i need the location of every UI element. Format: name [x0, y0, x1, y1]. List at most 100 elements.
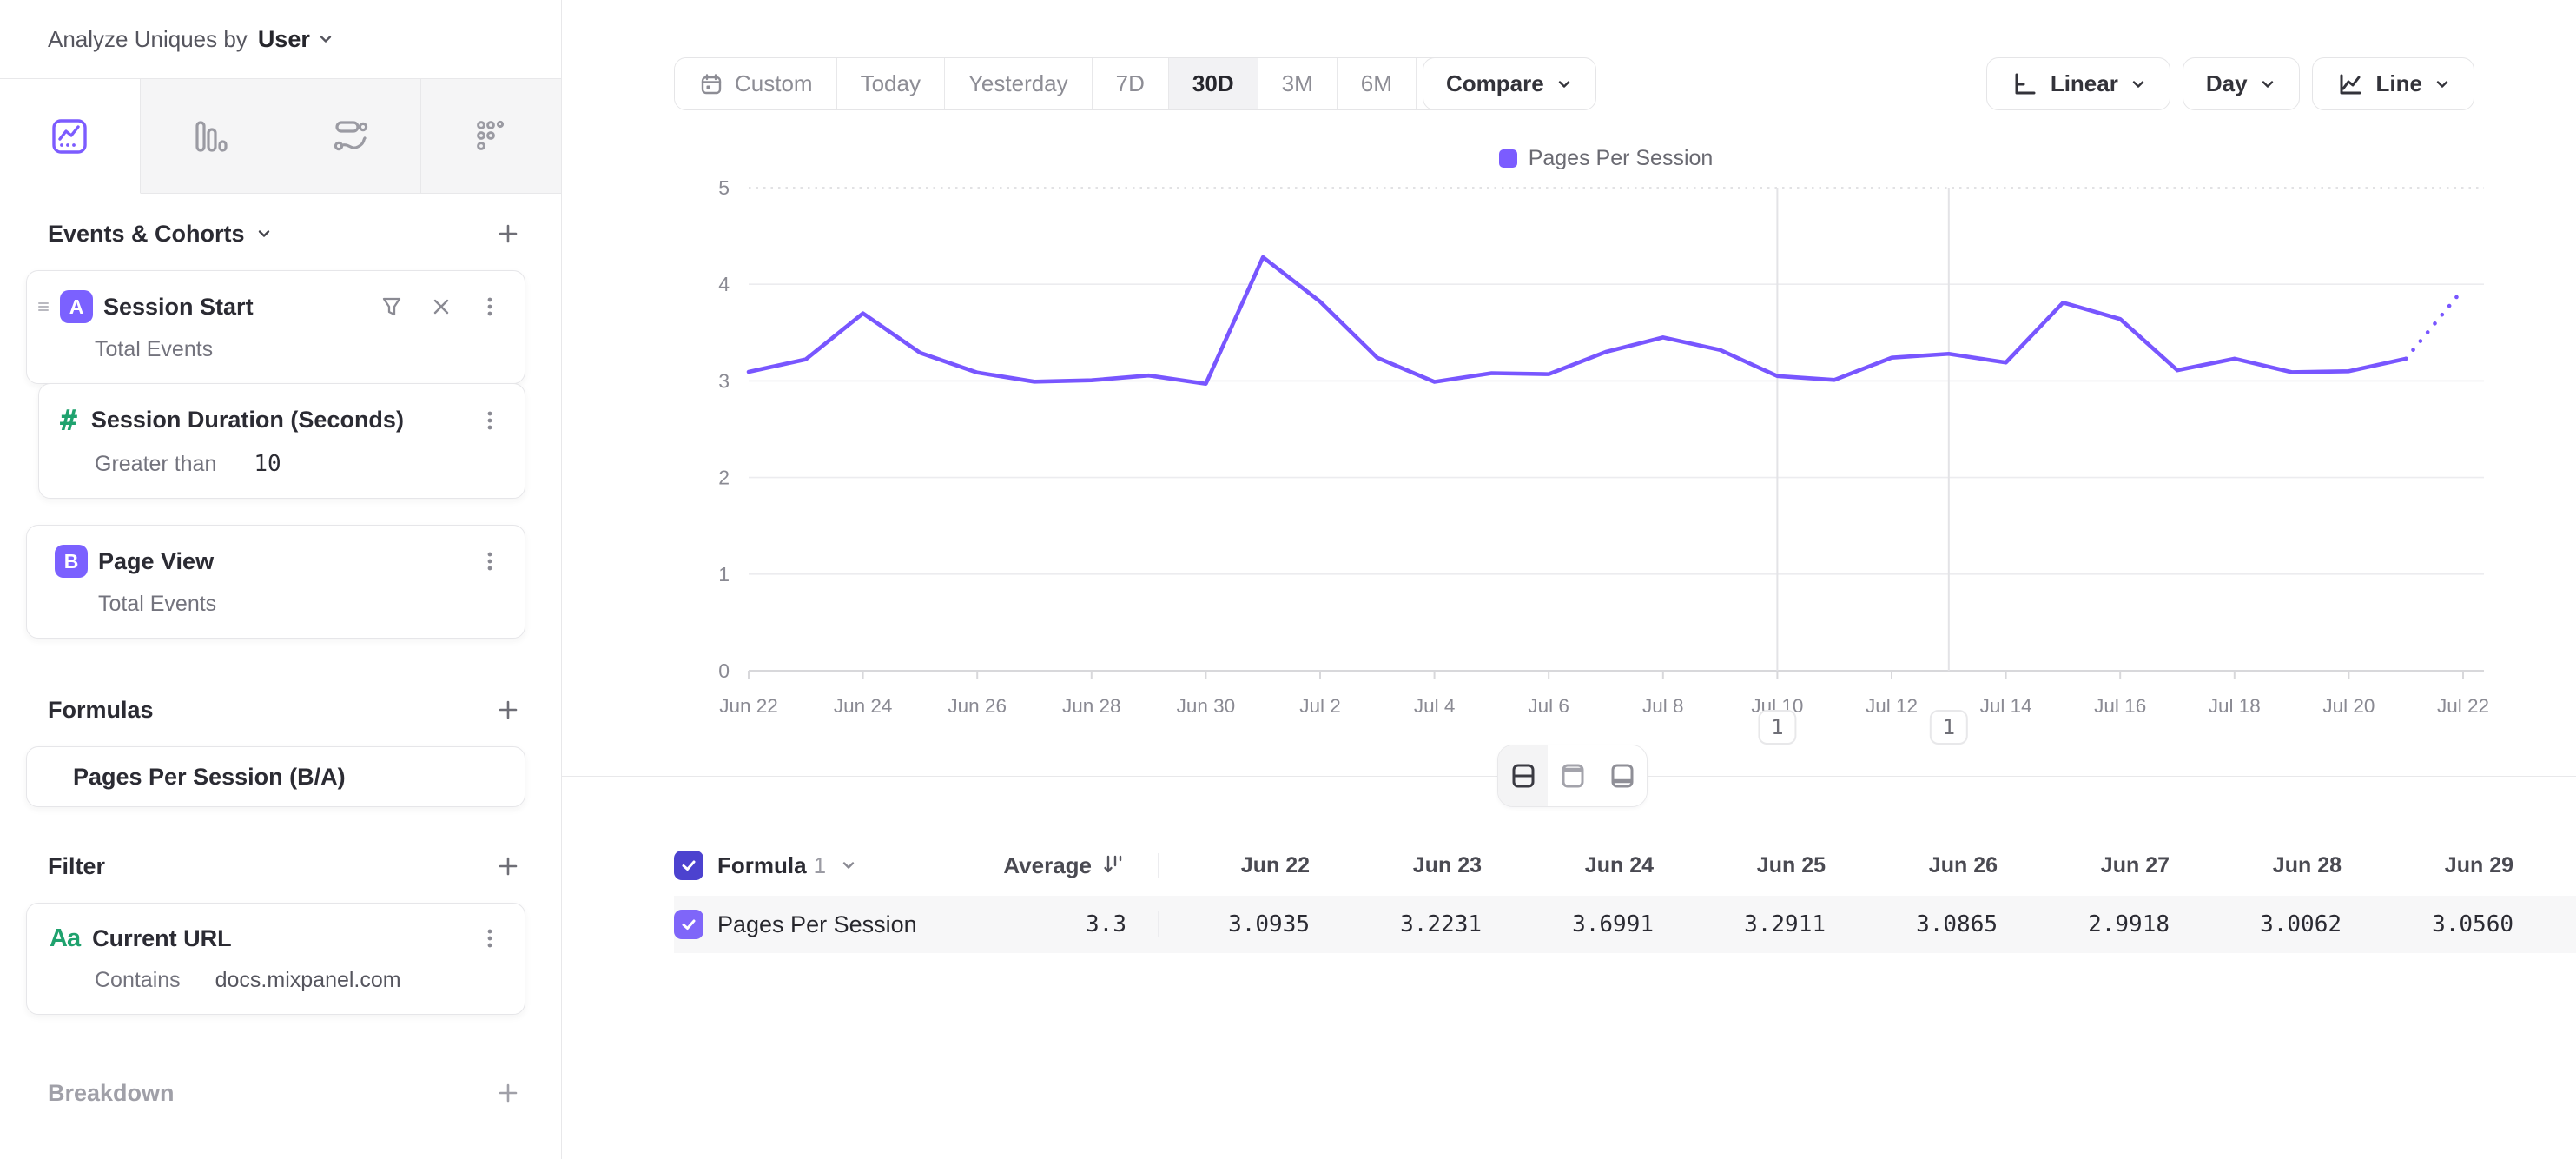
close-icon[interactable]: [426, 291, 457, 322]
date-column-header[interactable]: Jun 27: [2018, 853, 2190, 878]
funnels-bars-icon: [189, 116, 231, 157]
flows-icon: [330, 116, 372, 157]
x-axis-tick-label: Jul 2: [1299, 695, 1341, 717]
kebab-menu-icon[interactable]: [474, 923, 505, 954]
range-button-6m[interactable]: 6M: [1338, 58, 1417, 109]
y-axis-tick-label: 5: [718, 176, 730, 199]
date-column-header[interactable]: Jun 29: [2361, 853, 2533, 878]
scale-dropdown[interactable]: Linear: [1986, 57, 2170, 110]
add-event-button[interactable]: [491, 216, 525, 251]
filter-operator[interactable]: Contains: [95, 968, 181, 992]
chevron-down-icon: [317, 30, 334, 48]
condition-operator[interactable]: Greater than: [95, 452, 216, 476]
range-label: Yesterday: [968, 70, 1068, 97]
annotation-badge-label: 1: [1943, 715, 1955, 739]
layout-view-toggle: [1497, 745, 1648, 807]
table-group-label: Formula: [717, 852, 807, 878]
range-button-today[interactable]: Today: [837, 58, 945, 109]
table-cell-value: 3.2231: [1330, 911, 1502, 937]
date-column-header[interactable]: Jun 22: [1158, 853, 1330, 878]
chevron-down-icon: [2259, 76, 2276, 93]
scale-label: Linear: [2051, 70, 2118, 97]
date-column-header[interactable]: Jun 28: [2190, 853, 2361, 878]
tab-insights[interactable]: [0, 79, 141, 194]
kebab-menu-icon[interactable]: [474, 405, 505, 436]
series-line[interactable]: [749, 257, 2406, 384]
event-card-page-view[interactable]: B Page View Total Events: [26, 525, 525, 639]
query-sidebar: Analyze Uniques by User: [0, 0, 562, 1159]
table-row[interactable]: Pages Per Session 3.3 3.09353.22313.6991…: [674, 896, 2576, 953]
date-column-header[interactable]: Jun 25: [1674, 853, 1846, 878]
range-button-3m[interactable]: 3M: [1258, 58, 1338, 109]
compare-button[interactable]: Compare: [1423, 57, 1596, 110]
add-filter-button[interactable]: [491, 849, 525, 884]
range-label: Custom: [735, 70, 813, 97]
formula-card[interactable]: Pages Per Session (B/A): [26, 746, 525, 807]
drag-handle-icon[interactable]: [36, 298, 53, 315]
x-axis-tick-label: Jun 26: [948, 695, 1007, 717]
table-cell-value: 2.9918: [2018, 911, 2190, 937]
range-button-30d[interactable]: 30D: [1169, 58, 1258, 109]
range-label: 6M: [1361, 70, 1392, 97]
chevron-down-icon: [2434, 76, 2451, 93]
chevron-down-icon[interactable]: [840, 857, 857, 874]
layout-chart-only-icon[interactable]: [1548, 745, 1597, 806]
x-axis-tick-label: Jul 16: [2094, 695, 2146, 717]
x-axis-tick-label: Jul 14: [1980, 695, 2032, 717]
row-checkbox[interactable]: [674, 910, 703, 939]
range-button-7d[interactable]: 7D: [1093, 58, 1169, 109]
table-cell-value: 3.2911: [1674, 911, 1846, 937]
tab-flows[interactable]: [281, 79, 422, 194]
chart-type-dropdown[interactable]: Line: [2312, 57, 2474, 110]
add-formula-button[interactable]: [491, 692, 525, 727]
tab-funnels[interactable]: [141, 79, 281, 194]
date-range-segmented-control: CustomTodayYesterday7D30D3M6M12M: [674, 57, 1508, 110]
add-breakdown-button[interactable]: [491, 1076, 525, 1110]
property-card-session-duration[interactable]: # Session Duration (Seconds) Greater tha…: [38, 383, 525, 499]
event-measurement[interactable]: Total Events: [98, 578, 525, 638]
range-label: Today: [861, 70, 921, 97]
date-column-header[interactable]: Jun 23: [1330, 853, 1502, 878]
interval-dropdown[interactable]: Day: [2183, 57, 2300, 110]
filter-property-name[interactable]: Current URL: [92, 925, 232, 952]
filter-funnel-icon[interactable]: [375, 290, 408, 323]
report-canvas: CustomTodayYesterday7D30D3M6M12M Compare…: [562, 0, 2576, 1159]
chevron-down-icon: [2130, 76, 2147, 93]
analyze-header: Analyze Uniques by User: [0, 0, 561, 79]
y-axis-tick-label: 1: [718, 563, 730, 586]
tab-retention[interactable]: [421, 79, 561, 194]
kebab-menu-icon[interactable]: [474, 546, 505, 577]
date-column-header[interactable]: Jun 24: [1502, 853, 1674, 878]
filter-section-header: Filter: [26, 849, 525, 884]
x-axis-tick-label: Jul 18: [2209, 695, 2261, 717]
table-header-row: Formula1 Average Jun 22Jun 23Jun 24Jun 2…: [674, 835, 2576, 896]
layout-table-only-icon[interactable]: [1597, 745, 1647, 806]
select-all-checkbox[interactable]: [674, 851, 703, 880]
kebab-menu-icon[interactable]: [474, 291, 505, 322]
date-column-header[interactable]: Jun 26: [1846, 853, 2018, 878]
x-axis-tick-label: Jul 8: [1642, 695, 1684, 717]
sort-descending-icon[interactable]: [1100, 852, 1126, 878]
filter-value[interactable]: docs.mixpanel.com: [215, 968, 401, 992]
x-axis-tick-label: Jul 12: [1866, 695, 1918, 717]
event-letter-badge: B: [55, 545, 88, 578]
event-name[interactable]: Page View: [98, 548, 214, 575]
layout-split-icon[interactable]: [1498, 745, 1548, 806]
line-chart[interactable]: 012345Jun 22Jun 24Jun 26Jun 28Jun 30Jul …: [562, 139, 2576, 765]
analyze-by-dropdown[interactable]: User: [258, 26, 334, 53]
events-section-header: Events & Cohorts: [26, 216, 525, 251]
range-button-custom[interactable]: Custom: [675, 58, 837, 109]
condition-value[interactable]: 10: [254, 451, 281, 477]
filter-card-current-url[interactable]: Aa Current URL Contains docs.mixpanel.co…: [26, 903, 525, 1015]
range-button-yesterday[interactable]: Yesterday: [945, 58, 1093, 109]
event-name[interactable]: Session Start: [103, 294, 254, 321]
property-name[interactable]: Session Duration (Seconds): [91, 407, 404, 434]
chevron-down-icon: [1556, 76, 1573, 93]
line-chart-icon: [2335, 70, 2365, 99]
event-measurement[interactable]: Total Events: [95, 323, 525, 383]
table-cell-value: 3.0062: [2190, 911, 2361, 937]
chevron-down-icon[interactable]: [255, 225, 273, 242]
average-column-header[interactable]: Average: [1003, 852, 1092, 879]
series-line-projected: [2406, 289, 2463, 359]
event-card-session-start[interactable]: A Session Start Total Events: [26, 270, 525, 384]
